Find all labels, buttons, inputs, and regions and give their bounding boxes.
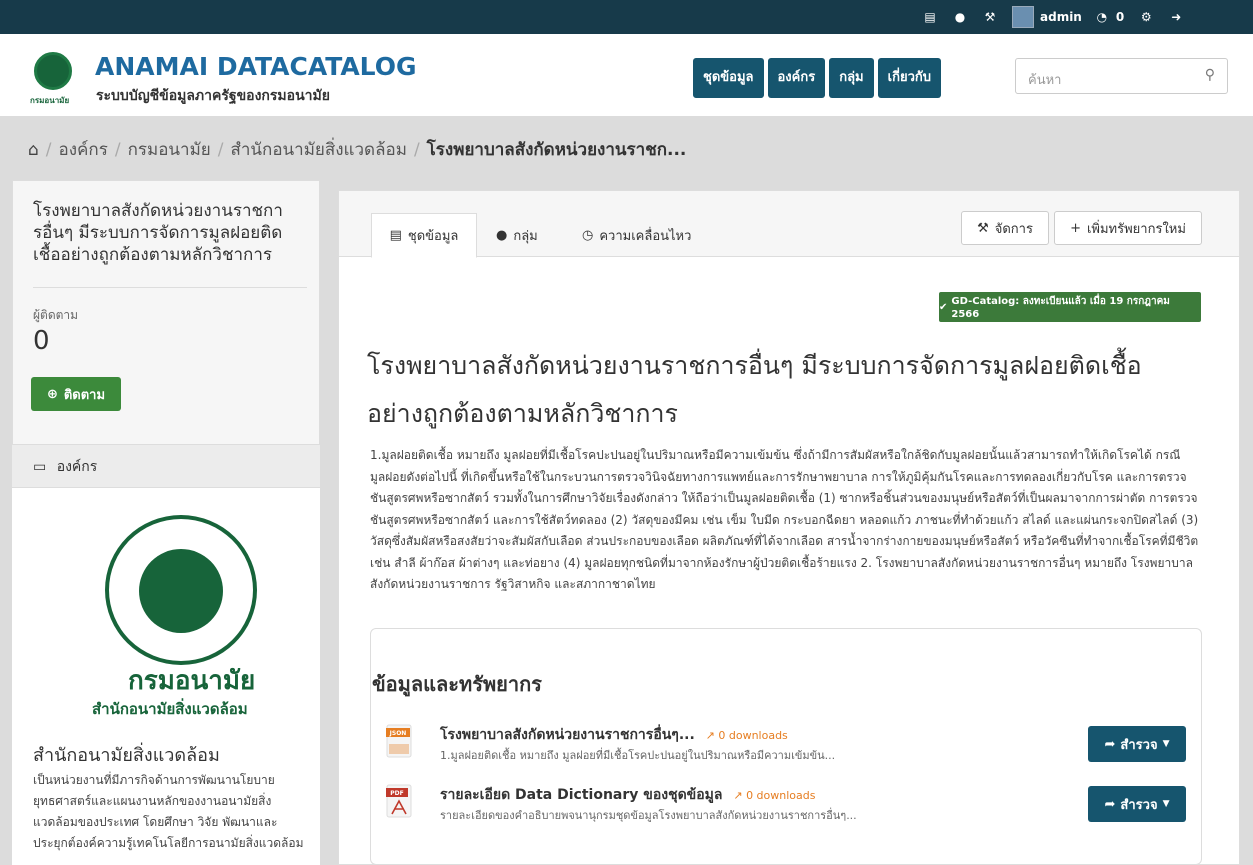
site-logo-icon[interactable] (34, 52, 72, 90)
dataset-title: โรงพยาบาลสังกัดหน่วยงานราชการอื่นๆ มีระบ… (367, 351, 1142, 428)
organization-header-text: องค์กร (56, 459, 98, 475)
followers-label: ผู้ติดตาม (33, 308, 79, 322)
seal-emblem (139, 549, 223, 633)
share-icon: ➦ (1104, 736, 1116, 752)
caret-down-icon: ▼ (1162, 799, 1170, 809)
sitemap-icon: ▤ (389, 228, 402, 243)
breadcrumb-separator: / (45, 139, 52, 160)
followers-count: 0 (33, 326, 50, 356)
admin-user-link[interactable]: admin (1012, 6, 1082, 28)
resource-description: 1.มูลฝอยติดเชื้อ หมายถึง มูลฝอยที่มีเชื้… (440, 749, 836, 762)
search-placeholder: ค้นหา (1028, 73, 1062, 88)
check-icon: ✔ (939, 301, 948, 313)
breadcrumb-department[interactable]: กรมอนามัย (128, 136, 211, 163)
explore-label: สำรวจ (1120, 737, 1158, 753)
username: admin (1040, 10, 1082, 24)
resources-heading: ข้อมูลและทรัพยากร (372, 672, 542, 696)
resource-title[interactable]: รายละเอียด Data Dictionary ของชุดข้อมูล … (440, 784, 815, 806)
clock-icon: ◷ (582, 227, 594, 243)
nav-organizations[interactable]: องค์กร (767, 58, 826, 98)
resource-title[interactable]: โรงพยาบาลสังกัดหน่วยงานราชการอื่นๆ... ↗ … (440, 724, 788, 746)
resource-downloads: ↗ 0 downloads (733, 789, 815, 802)
users-icon: ● (496, 227, 508, 243)
tab-activity-label: ความเคลื่อนไหว (599, 228, 692, 244)
gd-catalog-status-badge: ✔ GD-Catalog: ลงทะเบียนแล้ว เมื่อ 19 กรก… (939, 292, 1201, 322)
breadcrumb-organizations[interactable]: องค์กร (59, 136, 108, 163)
site-subtitle: ระบบบัญชีข้อมูลภาครัฐของกรมอนามัย (96, 88, 330, 104)
dashboard-count: 0 (1115, 10, 1125, 24)
explore-button[interactable]: ➦ สำรวจ ▼ (1088, 726, 1186, 762)
logout-icon[interactable]: ➜ (1168, 10, 1184, 24)
tab-datasets[interactable]: ▤ ชุดข้อมูล (371, 213, 477, 258)
dashboard-link[interactable]: ◔ 0 (1094, 10, 1125, 24)
follow-label: ติดตาม (63, 387, 106, 403)
ministry-seal-logo[interactable] (105, 515, 257, 665)
tab-datasets-label: ชุดข้อมูล (407, 229, 459, 244)
org-logo-title: กรมอนามัย (128, 666, 256, 696)
wrench-icon: ⚒ (977, 220, 989, 236)
trend-icon: ↗ (705, 729, 719, 742)
avatar (1012, 6, 1034, 28)
tab-groups[interactable]: ● กลุ่ม (496, 213, 538, 257)
resource-description: รายละเอียดของคำอธิบายพจนานุกรมชุดข้อมูลโ… (440, 809, 857, 822)
follow-button[interactable]: ⊕ ติดตาม (31, 377, 121, 411)
main-nav: ชุดข้อมูล องค์กร กลุ่ม เกี่ยวกับ (693, 58, 945, 98)
nav-about[interactable]: เกี่ยวกับ (877, 58, 941, 98)
user-icon[interactable]: ● (952, 10, 968, 24)
resource-title-text: รายละเอียด Data Dictionary ของชุดข้อมูล (440, 787, 723, 803)
org-logo-subtitle: สำนักอนามัยสิ่งแวดล้อม (92, 700, 248, 718)
trend-icon: ↗ (733, 789, 747, 802)
breadcrumb-current[interactable]: โรงพยาบาลสังกัดหน่วยงานราชก... (427, 136, 687, 163)
pdf-format-label: PDF (390, 790, 403, 797)
site-title[interactable]: ANAMAI DATACATALOG (95, 52, 417, 81)
manage-label: จัดการ (994, 221, 1033, 237)
explore-label: สำรวจ (1120, 797, 1158, 813)
manage-button[interactable]: ⚒ จัดการ (961, 211, 1049, 245)
add-resource-label: เพิ่มทรัพยากรใหม่ (1086, 221, 1186, 237)
building-icon: ▭ (33, 459, 47, 475)
add-resource-button[interactable]: + เพิ่มทรัพยากรใหม่ (1054, 211, 1202, 245)
gear-icon[interactable]: ⚙ (1138, 10, 1154, 24)
home-icon[interactable]: ⌂ (28, 140, 39, 160)
organization-description: เป็นหน่วยงานที่มีภารกิจด้านการพัฒนานโยบา… (33, 773, 304, 850)
divider (33, 287, 307, 288)
resource-title-text: โรงพยาบาลสังกัดหน่วยงานราชการอื่นๆ... (440, 727, 695, 743)
downloads-count: 0 downloads (718, 729, 788, 742)
dataset-notes: 1.มูลฝอยติดเชื้อ หมายถึง มูลฝอยที่มีเชื้… (370, 448, 1199, 591)
breadcrumb-separator: / (217, 139, 224, 160)
breadcrumb-bureau[interactable]: สำนักอนามัยสิ่งแวดล้อม (231, 136, 407, 163)
logo-caption: กรมอนามัย (30, 96, 70, 105)
wrench-icon[interactable]: ⚒ (982, 10, 998, 24)
json-file-icon: JSON (386, 724, 412, 758)
admin-toolbar: ▤ ● ⚒ admin ◔ 0 ⚙ ➜ (922, 0, 1198, 34)
plus-circle-icon: ⊕ (46, 386, 58, 402)
organization-header-label: ▭ องค์กร (33, 456, 97, 478)
breadcrumb-separator: / (413, 139, 420, 160)
downloads-count: 0 downloads (746, 789, 816, 802)
organization-name[interactable]: สำนักอนามัยสิ่งแวดล้อม (33, 740, 220, 769)
breadcrumb: ⌂ / องค์กร / กรมอนามัย / สำนักอนามัยสิ่ง… (28, 136, 686, 163)
search-icon[interactable]: ⚲ (1205, 67, 1215, 83)
sidebar-dataset-title: โรงพยาบาลสังกัดหน่วยงานราชการอื่นๆ มีระบ… (33, 201, 283, 265)
resource-item[interactable]: JSON โรงพยาบาลสังกัดหน่วยงานราชการอื่นๆ.… (386, 724, 1186, 768)
tab-activity[interactable]: ◷ ความเคลื่อนไหว (582, 213, 691, 257)
pdf-file-icon: PDF (386, 784, 412, 818)
badge-text: GD-Catalog: ลงทะเบียนแล้ว เมื่อ 19 กรกฎา… (951, 296, 1170, 320)
dashboard-icon: ◔ (1096, 10, 1108, 24)
nav-groups[interactable]: กลุ่ม (829, 58, 874, 98)
explore-button[interactable]: ➦ สำรวจ ▼ (1088, 786, 1186, 822)
search-input[interactable]: ค้นหา ⚲ (1015, 58, 1228, 94)
json-format-label: JSON (389, 730, 407, 737)
share-icon: ➦ (1104, 796, 1116, 812)
caret-down-icon: ▼ (1162, 739, 1170, 749)
resource-downloads: ↗ 0 downloads (706, 729, 788, 742)
plus-icon: + (1070, 220, 1081, 236)
nav-datasets[interactable]: ชุดข้อมูล (693, 58, 764, 98)
resource-item[interactable]: PDF รายละเอียด Data Dictionary ของชุดข้อ… (386, 784, 1186, 828)
breadcrumb-separator: / (114, 139, 121, 160)
chart-icon[interactable]: ▤ (922, 10, 938, 24)
tab-groups-label: กลุ่ม (513, 228, 538, 244)
